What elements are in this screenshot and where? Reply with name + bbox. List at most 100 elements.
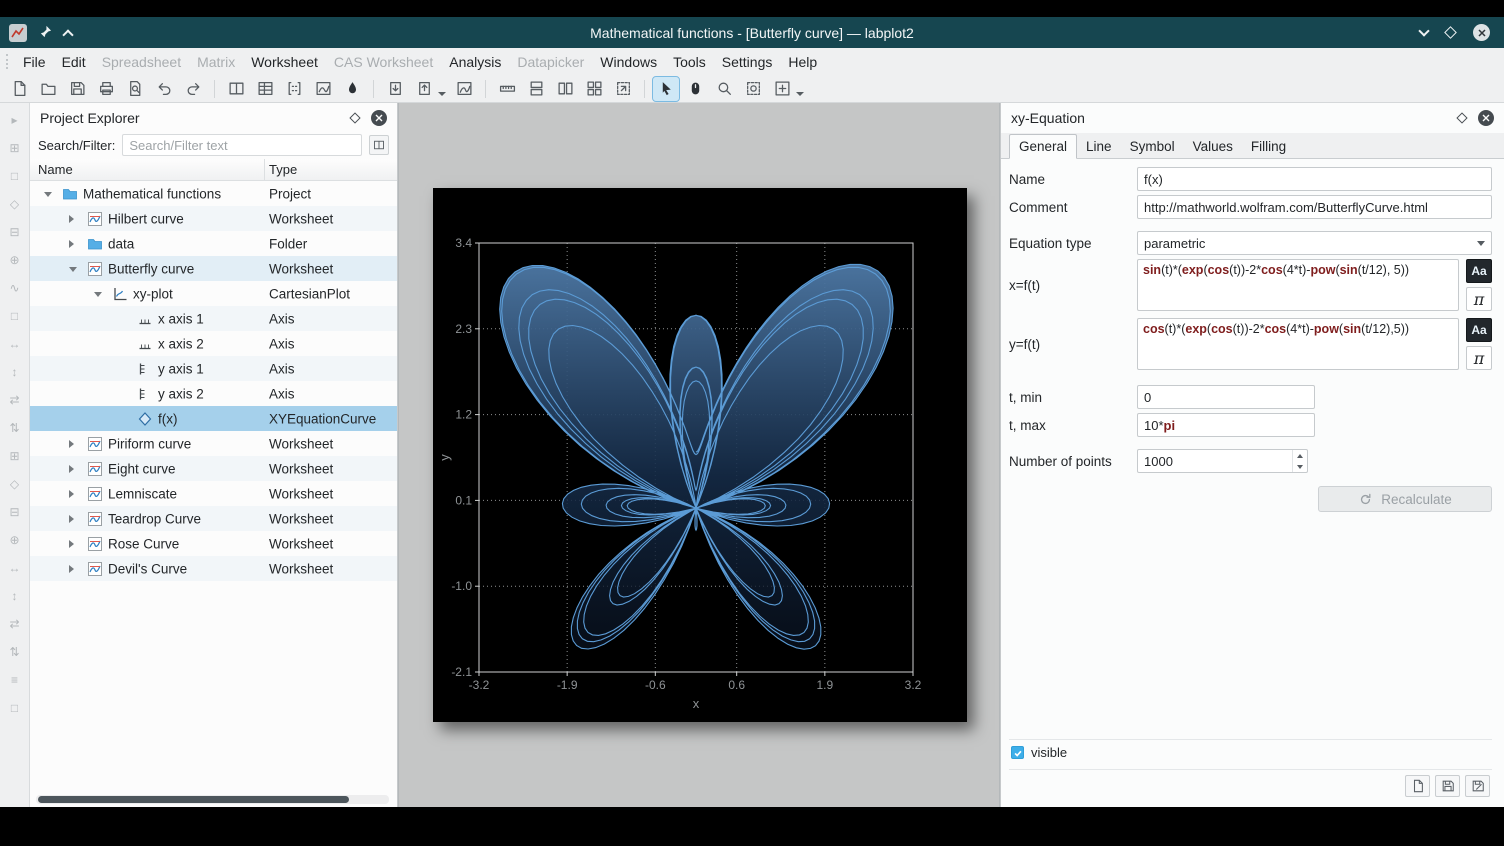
left-tool-hrange2-icon[interactable]: ↔	[5, 559, 25, 577]
horizontal-scrollbar[interactable]	[36, 795, 389, 804]
points-spinbox[interactable]: 1000	[1137, 449, 1308, 473]
spin-up-button[interactable]	[1293, 450, 1307, 461]
new-plot-button[interactable]	[451, 77, 477, 101]
close-button[interactable]	[1473, 24, 1490, 41]
float-panel-icon[interactable]	[1456, 112, 1467, 123]
left-tool-curve-icon[interactable]: ∿	[5, 279, 25, 297]
menu-tools[interactable]: Tools	[665, 51, 714, 73]
print-preview-button[interactable]	[122, 77, 148, 101]
menubar-handle[interactable]	[6, 54, 10, 69]
y-equation-field[interactable]: cos(t)*(exp(cos(t))-2*cos(4*t)-pow(sin(t…	[1137, 318, 1459, 370]
menu-edit[interactable]: Edit	[54, 51, 94, 73]
zoom-select-mode-button[interactable]	[711, 77, 737, 101]
save-button[interactable]	[64, 77, 90, 101]
expander-icon[interactable]	[69, 540, 74, 548]
tree-row-worksheet[interactable]: Hilbert curve Worksheet	[30, 206, 397, 231]
close-panel-icon[interactable]	[1478, 110, 1494, 126]
left-tool-add-icon[interactable]: ⊕	[5, 251, 25, 269]
tree-row-worksheet[interactable]: Devil's Curve Worksheet	[30, 556, 397, 581]
scrollbar-thumb[interactable]	[38, 796, 349, 803]
tree-row-worksheet[interactable]: Rose Curve Worksheet	[30, 531, 397, 556]
insert-function-button[interactable]: π	[1466, 287, 1492, 311]
tree-row-axis[interactable]: y axis 1 Axis	[30, 356, 397, 381]
horizontal-layout-button[interactable]	[552, 77, 578, 101]
add-new-dropdown-caret[interactable]	[796, 92, 804, 96]
navigate-mode-button[interactable]	[682, 77, 708, 101]
shade-button[interactable]	[62, 29, 73, 40]
left-tool-vrange-icon[interactable]: ↕	[5, 363, 25, 381]
left-tool-box-icon[interactable]: □	[5, 167, 25, 185]
titlebar[interactable]: Mathematical functions - [Butterfly curv…	[0, 17, 1504, 48]
configure-columns-button[interactable]	[369, 135, 389, 155]
x-equation-field[interactable]: sin(t)*(exp(cos(t))-2*cos(4*t)-pow(sin(t…	[1137, 259, 1459, 311]
tree-row-equation-curve[interactable]: f(x) XYEquationCurve	[30, 406, 397, 431]
tree-row-worksheet[interactable]: Piriform curve Worksheet	[30, 431, 397, 456]
tab-line[interactable]: Line	[1077, 135, 1121, 158]
tree-row-worksheet[interactable]: Butterfly curve Worksheet	[30, 256, 397, 281]
new-note-button[interactable]	[339, 77, 365, 101]
tree-row-worksheet[interactable]: Teardrop Curve Worksheet	[30, 506, 397, 531]
menu-worksheet[interactable]: Worksheet	[243, 51, 326, 73]
scale-auto-button[interactable]	[494, 77, 520, 101]
tree-row-axis[interactable]: x axis 2 Axis	[30, 331, 397, 356]
insert-constant-button[interactable]: Aa	[1466, 318, 1492, 342]
expander-icon[interactable]	[69, 565, 74, 573]
maximize-button[interactable]	[1444, 26, 1457, 39]
vertical-layout-button[interactable]	[523, 77, 549, 101]
plot-canvas[interactable]: -3.2-1.9-0.60.61.93.23.42.31.20.1-1.0-2.…	[433, 188, 967, 722]
expander-icon[interactable]	[94, 292, 102, 297]
left-tool-hrange-icon[interactable]: ↔	[5, 335, 25, 353]
redo-button[interactable]	[180, 77, 206, 101]
butterfly-plot[interactable]: -3.2-1.9-0.60.61.93.23.42.31.20.1-1.0-2.…	[433, 188, 967, 722]
left-tool-swap2-icon[interactable]: ⇄	[5, 615, 25, 633]
search-input[interactable]: Search/Filter text	[122, 134, 362, 156]
expander-icon[interactable]	[69, 440, 74, 448]
tab-symbol[interactable]: Symbol	[1121, 135, 1184, 158]
new-spreadsheet-button[interactable]	[252, 77, 278, 101]
save-default-button[interactable]	[1465, 775, 1490, 797]
tree-row-worksheet[interactable]: Lemniscate Worksheet	[30, 481, 397, 506]
save-template-button[interactable]	[1435, 775, 1460, 797]
expander-icon[interactable]	[69, 267, 77, 272]
left-tool-add2-icon[interactable]: ⊕	[5, 531, 25, 549]
left-tool-vswap2-icon[interactable]: ⇅	[5, 643, 25, 661]
tab-filling[interactable]: Filling	[1242, 135, 1295, 158]
tree-row-worksheet[interactable]: Eight curve Worksheet	[30, 456, 397, 481]
tree-row-axis[interactable]: x axis 1 Axis	[30, 306, 397, 331]
undo-button[interactable]	[151, 77, 177, 101]
fit-selection-button[interactable]	[610, 77, 636, 101]
grid-layout-button[interactable]	[581, 77, 607, 101]
new-worksheet-button[interactable]	[310, 77, 336, 101]
column-name[interactable]: Name	[30, 159, 265, 180]
column-type[interactable]: Type	[265, 162, 397, 177]
open-file-button[interactable]	[35, 77, 61, 101]
new-matrix-button[interactable]	[281, 77, 307, 101]
comment-field[interactable]: http://mathworld.wolfram.com/ButterflyCu…	[1137, 195, 1492, 219]
expander-icon[interactable]	[44, 192, 52, 197]
left-tool-collapse-icon[interactable]: ⊟	[5, 223, 25, 241]
left-tool-diamond-icon[interactable]: ◇	[5, 195, 25, 213]
print-button[interactable]	[93, 77, 119, 101]
left-tool-box3-icon[interactable]: □	[5, 699, 25, 717]
left-tool-box2-icon[interactable]: □	[5, 307, 25, 325]
left-tool-menu-icon[interactable]: ≡	[5, 671, 25, 689]
menu-settings[interactable]: Settings	[714, 51, 781, 73]
tree-row-folder[interactable]: data Folder	[30, 231, 397, 256]
worksheet-view[interactable]: -3.2-1.9-0.60.61.93.23.42.31.20.1-1.0-2.…	[398, 103, 1000, 807]
expander-icon[interactable]	[69, 240, 74, 248]
float-panel-icon[interactable]	[349, 112, 360, 123]
expander-icon[interactable]	[69, 515, 74, 523]
tab-general[interactable]: General	[1009, 134, 1077, 159]
tree-row-axis[interactable]: y axis 2 Axis	[30, 381, 397, 406]
new-file-button[interactable]	[6, 77, 32, 101]
import-button[interactable]	[382, 77, 408, 101]
insert-function-button[interactable]: π	[1466, 346, 1492, 370]
tmax-field[interactable]: 10*pi	[1137, 413, 1315, 437]
left-tool-swap-icon[interactable]: ⇄	[5, 391, 25, 409]
expander-icon[interactable]	[69, 465, 74, 473]
tree-row-plot[interactable]: xy-plot CartesianPlot	[30, 281, 397, 306]
tab-values[interactable]: Values	[1184, 135, 1242, 158]
left-tool-grid-icon[interactable]: ⊞	[5, 139, 25, 157]
equation-type-select[interactable]: parametric	[1137, 231, 1492, 255]
expander-icon[interactable]	[69, 490, 74, 498]
